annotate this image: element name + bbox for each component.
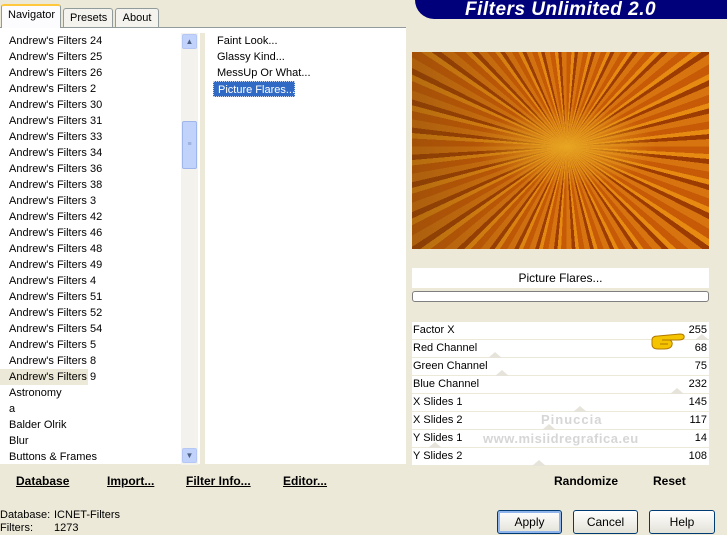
param-label: X Slides 2: [413, 414, 463, 426]
category-item[interactable]: Blur: [0, 433, 180, 449]
app-title-banner: Filters Unlimited 2.0: [415, 0, 727, 19]
param-label: Factor X: [413, 324, 455, 336]
category-item[interactable]: Andrew's Filters 51: [0, 289, 180, 305]
filter-list[interactable]: Faint Look... Glassy Kind... MessUp Or Wha…: [213, 33, 403, 97]
filters-count-value: 1273: [54, 522, 79, 534]
param-label: Blue Channel: [413, 378, 480, 390]
filters-count-label: Filters:: [0, 522, 33, 534]
param-value: 68: [694, 342, 707, 354]
param-value: 145: [688, 396, 707, 408]
param-label: Y Slides 2: [413, 450, 463, 462]
category-scrollbar[interactable]: ▲ ≡ ▼: [181, 33, 198, 465]
category-item[interactable]: Andrew's Filters 42: [0, 209, 180, 225]
category-item[interactable]: Andrew's Filters 30: [0, 97, 180, 113]
slider-thumb[interactable]: [532, 460, 546, 466]
scroll-up-arrow-icon[interactable]: ▲: [182, 34, 197, 49]
category-item[interactable]: Andrew's Filters 33: [0, 129, 180, 145]
param-value: 75: [694, 360, 707, 372]
help-button[interactable]: Help: [649, 510, 715, 534]
category-item[interactable]: Andrew's Filters 48: [0, 241, 180, 257]
param-value: 255: [688, 324, 707, 336]
category-item[interactable]: Balder Olrik: [0, 417, 180, 433]
reset-button[interactable]: Reset: [653, 474, 686, 488]
pane-divider[interactable]: [200, 33, 205, 465]
filter-item[interactable]: MessUp Or What...: [213, 65, 403, 81]
param-label: X Slides 1: [413, 396, 463, 408]
import-link[interactable]: Import...: [107, 474, 154, 488]
cancel-button[interactable]: Cancel: [573, 510, 638, 534]
tab-navigator[interactable]: Navigator: [1, 4, 61, 28]
param-slider-row[interactable]: Y Slides 2 108: [412, 448, 709, 466]
param-value: 14: [694, 432, 707, 444]
link-bar: Database Import... Filter Info... Editor…: [0, 468, 406, 492]
watermark-line-2: www.misiidregrafica.eu: [483, 431, 639, 446]
param-label: Y Slides 1: [413, 432, 463, 444]
param-slider-row[interactable]: Green Channel 75: [412, 358, 709, 376]
category-item[interactable]: Andrew's Filters 5: [0, 337, 180, 353]
param-value: 232: [688, 378, 707, 390]
param-slider-row[interactable]: Blue Channel 232: [412, 376, 709, 394]
category-list[interactable]: Andrew's Filters 24 Andrew's Filters 25 An…: [0, 33, 180, 465]
category-item[interactable]: Andrew's Filters 31: [0, 113, 180, 129]
category-item[interactable]: Astronomy: [0, 385, 180, 401]
category-item[interactable]: Andrew's Filters 26: [0, 65, 180, 81]
category-item[interactable]: Andrew's Filters 49: [0, 257, 180, 273]
watermark-line-1: Pinuccia: [541, 412, 603, 427]
category-item[interactable]: Andrew's Filters 34: [0, 145, 180, 161]
tab-bar: Navigator Presets About: [0, 0, 400, 28]
param-label: Red Channel: [413, 342, 478, 354]
database-label: Database:: [0, 509, 51, 521]
param-value: 108: [688, 450, 707, 462]
editor-link[interactable]: Editor...: [283, 474, 327, 488]
category-item[interactable]: Andrew's Filters 2: [0, 81, 180, 97]
preview-overlay: [412, 52, 552, 249]
filter-name-label: Picture Flares...: [412, 268, 709, 288]
database-value: ICNET-Filters: [54, 509, 120, 521]
category-item[interactable]: Andrew's Filters 36: [0, 161, 180, 177]
category-item[interactable]: Andrew's Filters 9: [0, 369, 96, 385]
filter-item[interactable]: Picture Flares...: [213, 81, 295, 97]
category-item[interactable]: Buttons & Frames: [0, 449, 180, 465]
tab-about[interactable]: About: [115, 8, 159, 28]
category-item[interactable]: Andrew's Filters 46: [0, 225, 180, 241]
filter-item[interactable]: Glassy Kind...: [213, 49, 403, 65]
category-item[interactable]: Andrew's Filters 25: [0, 49, 180, 65]
category-item[interactable]: Andrew's Filters 8: [0, 353, 180, 369]
category-item[interactable]: Andrew's Filters 52: [0, 305, 180, 321]
randomize-button[interactable]: Randomize: [554, 474, 618, 488]
progress-bar: [412, 291, 709, 302]
scroll-thumb[interactable]: ≡: [182, 121, 197, 169]
category-item[interactable]: Andrew's Filters 38: [0, 177, 180, 193]
category-item[interactable]: Andrew's Filters 54: [0, 321, 180, 337]
category-item[interactable]: a: [0, 401, 180, 417]
database-link[interactable]: Database: [16, 474, 69, 488]
filter-info-link[interactable]: Filter Info...: [186, 474, 251, 488]
scroll-down-arrow-icon[interactable]: ▼: [182, 448, 197, 463]
filter-preview-image: [412, 52, 709, 249]
param-value: 117: [689, 414, 707, 426]
category-item[interactable]: Andrew's Filters 4: [0, 273, 180, 289]
param-slider-row[interactable]: X Slides 1 145: [412, 394, 709, 412]
filter-item[interactable]: Faint Look...: [213, 33, 403, 49]
apply-button[interactable]: Apply: [497, 510, 562, 534]
pointing-hand-icon: [651, 333, 685, 350]
category-item[interactable]: Andrew's Filters 24: [0, 33, 180, 49]
tab-presets[interactable]: Presets: [63, 8, 113, 28]
param-label: Green Channel: [413, 360, 488, 372]
category-item[interactable]: Andrew's Filters 3: [0, 193, 180, 209]
